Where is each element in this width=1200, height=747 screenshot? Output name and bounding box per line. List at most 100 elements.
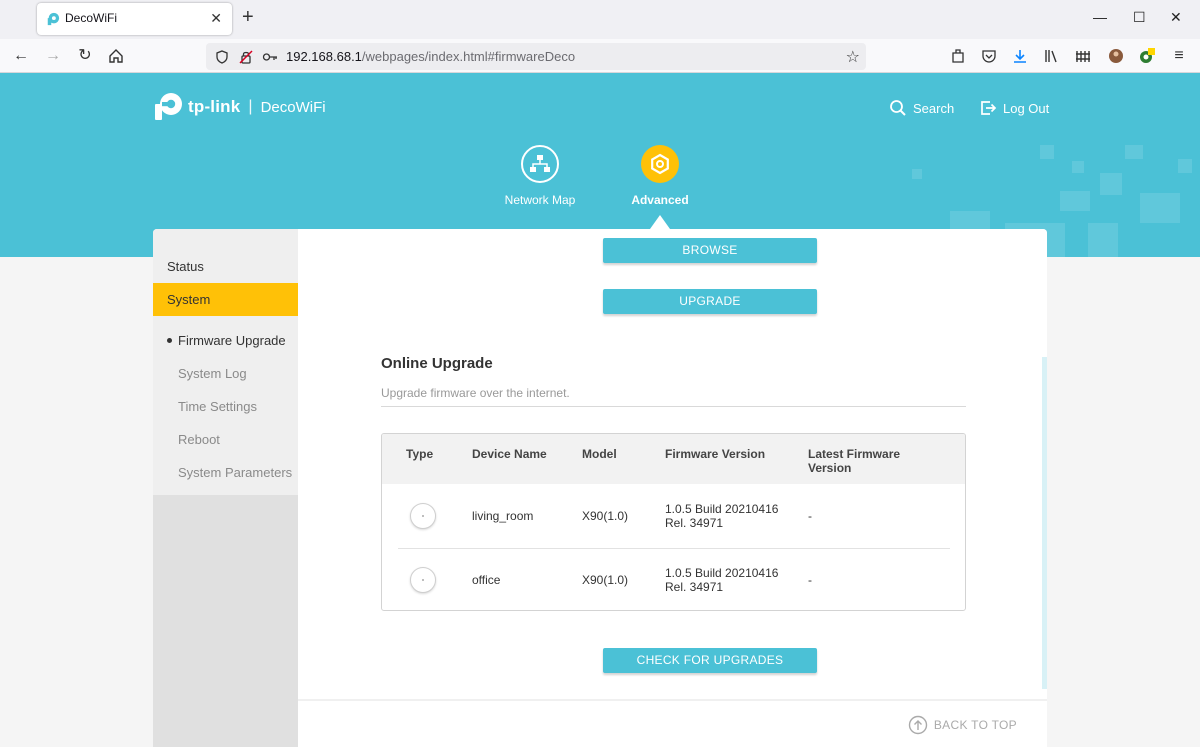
model-cell: X90(1.0) <box>582 509 629 523</box>
browser-tab-bar: DecoWiFi ✕ + — ☐ ✕ <box>0 0 1200 39</box>
header-device-name: Device Name <box>472 447 547 461</box>
sidebar-subitem-time-settings[interactable]: Time Settings <box>178 399 257 414</box>
reload-icon[interactable]: ↻ <box>75 46 95 66</box>
gear-icon <box>651 153 669 175</box>
brand-separator: | <box>248 98 253 115</box>
network-map-icon <box>530 155 550 172</box>
key-icon[interactable] <box>262 49 278 65</box>
url-text[interactable]: 192.168.68.1/webpages/index.html#firmwar… <box>286 49 575 64</box>
download-icon[interactable] <box>1011 47 1029 65</box>
check-for-upgrades-button[interactable]: CHECK FOR UPGRADES <box>603 648 817 673</box>
sidebar-subitem-system-parameters[interactable]: System Parameters <box>178 465 292 480</box>
network-map-circle <box>521 145 559 183</box>
new-tab-icon[interactable]: + <box>242 7 254 27</box>
content-panel: Status System Firmware Upgrade System Lo… <box>153 229 1047 747</box>
decor-square <box>1072 161 1084 173</box>
firmware-version-line2: Rel. 34971 <box>665 580 724 594</box>
page-footer: BACK TO TOP <box>298 699 1047 747</box>
menu-icon[interactable]: ≡ <box>1169 46 1189 66</box>
model-cell: X90(1.0) <box>582 573 629 587</box>
close-window-icon[interactable]: ✕ <box>1170 9 1182 26</box>
decor-square <box>1178 159 1192 173</box>
badge-extension-icon[interactable] <box>1138 47 1156 65</box>
product-name: DecoWiFi <box>260 98 326 116</box>
nav-advanced[interactable]: Advanced <box>605 145 715 207</box>
forward-icon[interactable]: → <box>43 46 63 66</box>
sidebar: Status System Firmware Upgrade System Lo… <box>153 229 298 747</box>
deco-device-icon <box>410 503 436 529</box>
web-page: tp-link | DecoWiFi Search Log Out Networ… <box>0 73 1200 747</box>
advanced-circle <box>641 145 679 183</box>
tplink-logo[interactable]: tp-link | DecoWiFi <box>152 90 326 124</box>
decor-square <box>1088 223 1118 257</box>
firmware-version-line1: 1.0.5 Build 20210416 <box>665 566 779 580</box>
logout-icon <box>981 101 997 115</box>
maximize-icon[interactable]: ☐ <box>1133 9 1146 26</box>
deco-device-icon <box>410 567 436 593</box>
network-map-label: Network Map <box>504 193 576 207</box>
decor-square <box>950 211 990 231</box>
pocket-icon[interactable] <box>980 47 998 65</box>
header-type: Type <box>406 447 434 461</box>
sidebar-subitem-firmware-upgrade[interactable]: Firmware Upgrade <box>167 333 286 348</box>
latest-firmware-cell: - <box>808 573 812 587</box>
sidebar-lower <box>153 495 298 747</box>
home-icon[interactable] <box>107 47 125 65</box>
tplink-logo-icon <box>155 93 182 120</box>
url-bar[interactable]: 192.168.68.1/webpages/index.html#firmwar… <box>206 43 866 70</box>
logout-label: Log Out <box>1003 100 1050 116</box>
header-latest-firmware-version: Latest Firmware Version <box>808 447 901 475</box>
header-firmware-version: Firmware Version <box>665 447 766 461</box>
decor-square <box>1060 191 1090 211</box>
firmware-version-line2: Rel. 34971 <box>665 516 724 530</box>
device-firmware-table: Type Device Name Model Firmware Version … <box>381 433 966 611</box>
active-nav-pointer <box>650 215 670 229</box>
browser-tab[interactable]: DecoWiFi ✕ <box>37 3 232 35</box>
url-host: 192.168.68.1 <box>286 49 362 64</box>
active-dot-icon <box>167 338 172 343</box>
row-divider <box>398 548 950 549</box>
sidebar-item-status[interactable]: Status <box>153 259 298 274</box>
device-name-cell: office <box>472 573 501 587</box>
tab-close-icon[interactable]: ✕ <box>210 10 222 27</box>
search-link[interactable]: Search <box>889 99 954 117</box>
upgrade-button[interactable]: UPGRADE <box>603 289 817 314</box>
minimize-icon[interactable]: — <box>1093 9 1107 25</box>
back-icon[interactable]: ← <box>11 46 31 66</box>
main-content: BROWSE UPGRADE Online Upgrade Upgrade fi… <box>298 229 1047 747</box>
online-upgrade-description: Upgrade firmware over the internet. <box>381 386 570 400</box>
bookmark-star-icon[interactable]: ☆ <box>846 47 860 67</box>
extension-puzzle-icon[interactable] <box>949 47 967 65</box>
header-model: Model <box>582 447 617 461</box>
avatar-extension-icon[interactable] <box>1107 47 1125 65</box>
decor-square <box>1125 145 1143 159</box>
sub-item-label: Firmware Upgrade <box>178 333 286 348</box>
logout-link[interactable]: Log Out <box>979 99 1049 117</box>
decor-square <box>1100 173 1122 195</box>
section-divider <box>381 406 966 407</box>
url-path: /webpages/index.html#firmwareDeco <box>361 49 576 64</box>
browser-nav-bar: ← → ↻ 192.168.68.1/webpages/index.html#f… <box>0 39 1200 73</box>
fence-extension-icon[interactable] <box>1074 47 1092 65</box>
scrollbar-track[interactable] <box>1042 357 1047 689</box>
decor-square <box>1040 145 1054 159</box>
library-icon[interactable] <box>1043 47 1061 65</box>
latest-firmware-cell: - <box>808 509 812 523</box>
browse-button[interactable]: BROWSE <box>603 238 817 263</box>
back-to-top-link[interactable]: BACK TO TOP <box>908 715 1017 735</box>
decor-square <box>912 169 922 179</box>
sidebar-subitem-reboot[interactable]: Reboot <box>178 432 220 447</box>
insecure-lock-icon[interactable] <box>238 49 254 65</box>
sidebar-item-system[interactable]: System <box>153 283 298 316</box>
online-upgrade-title: Online Upgrade <box>381 355 493 372</box>
tplink-favicon-icon <box>47 12 60 26</box>
sidebar-subitem-system-log[interactable]: System Log <box>178 366 247 381</box>
shield-icon[interactable] <box>214 49 230 65</box>
device-name-cell: living_room <box>472 509 534 523</box>
arrow-up-circle-icon <box>908 715 928 735</box>
decor-square <box>1140 193 1180 223</box>
brand-name: tp-link <box>188 97 241 116</box>
firmware-version-line1: 1.0.5 Build 20210416 <box>665 502 779 516</box>
nav-network-map[interactable]: Network Map <box>485 145 595 207</box>
search-icon <box>890 100 906 116</box>
